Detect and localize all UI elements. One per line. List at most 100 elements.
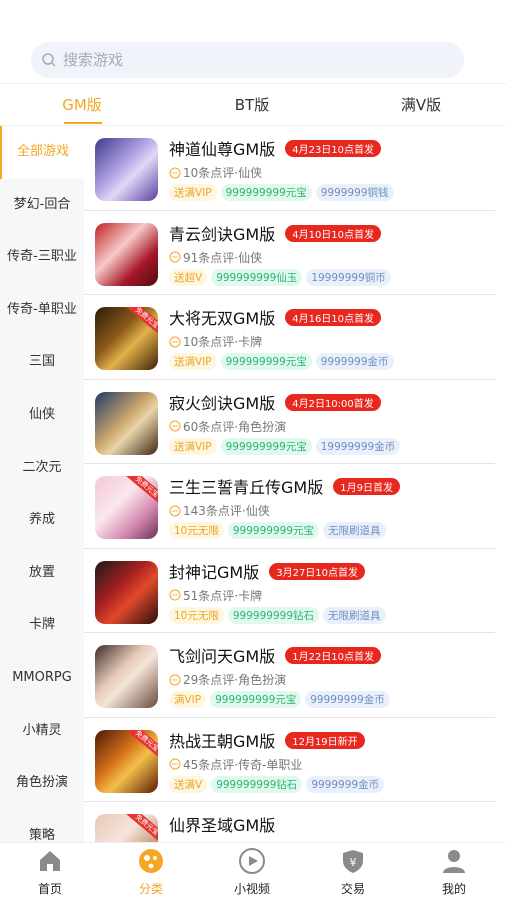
tag-currency: 999999999元宝 [227,522,319,539]
tag-vip: 送满VIP [169,184,217,201]
game-name: 寂火剑诀GM版 [169,393,276,413]
release-badge: 4月16日10点首发 [285,309,382,326]
tag-vip: 送满V [169,775,208,793]
sidebar-item-chuanqi-1[interactable]: 传奇-单职业 [0,284,84,337]
game-name: 神道仙尊GM版 [169,140,276,159]
sidebar-item-chuanqi-3[interactable]: 传奇-三职业 [0,231,84,284]
sidebar-item-yangcheng[interactable]: 养成 [0,494,84,547]
tag-vip: 送满VIP [169,437,217,455]
free-ribbon: 免费元宝 [124,814,158,842]
tag-vip: 满VIP [169,691,207,708]
comment-icon [169,167,181,178]
sidebar-item-fangzhi[interactable]: 放置 [0,547,84,600]
tag-vip: 送满VIP [169,353,217,370]
search-input[interactable] [63,51,443,69]
tag-currency: 999999999钻石 [211,775,303,793]
sidebar: 全部游戏 梦幻-回合 传奇-三职业 传奇-单职业 三国 仙侠 二次元 养成 放置… [0,126,84,842]
search-box[interactable] [31,42,464,78]
game-name: 青云剑诀GM版 [169,224,276,244]
game-list: 神道仙尊GM版 4月23日10点首发 10条点评·仙侠 送满VIP 99999999… [84,126,506,842]
game-name: 封神记GM版 [169,562,260,582]
tab-bt[interactable]: BT版 [192,84,312,126]
bottom-nav: 首页 分类 小视频 ¥ 交易 我的 [0,842,506,900]
sidebar-item-mmorpg[interactable]: MMORPG [0,652,84,705]
review-meta: 51条点评·卡牌 [183,588,263,603]
nav-label: 交易 [340,882,365,896]
game-name: 热战王朝GM版 [169,731,276,751]
game-item[interactable]: 免费元宝 仙界圣域GM版 [84,802,495,842]
game-thumbnail: 免费元宝 [95,476,158,539]
sidebar-item-kapai[interactable]: 卡牌 [0,599,84,652]
comment-icon [169,505,181,516]
tag-vip: 送超V [169,268,208,286]
nav-trade[interactable]: ¥ 交易 [303,843,403,900]
search-bar [0,0,506,84]
tag-vip: 10元无限 [169,522,224,539]
nav-label: 我的 [441,882,466,896]
game-item[interactable]: 免费元宝 热战王朝GM版 12月19日新开 45条点评·传奇-单职业 送满V 999… [84,718,495,802]
nav-video[interactable]: 小视频 [202,843,302,900]
sidebar-item-menghuan[interactable]: 梦幻-回合 [0,179,84,232]
tag-coins: 19999999铜币 [306,268,391,286]
tag-coins: 9999999金币 [306,775,385,793]
release-badge: 1月22日10点首发 [285,647,382,664]
nav-home[interactable]: 首页 [0,843,100,900]
nav-category[interactable]: 分类 [101,843,201,900]
svg-text:¥: ¥ [350,856,357,869]
sidebar-item-xiaojingling[interactable]: 小精灵 [0,705,84,758]
game-item[interactable]: 青云剑诀GM版 4月10日10点首发 91条点评·仙侠 送超V 999999999仙… [84,211,495,295]
category-icon [139,849,163,873]
release-badge: 1月9日首发 [333,478,400,495]
game-thumbnail: 免费元宝 [95,729,158,793]
review-meta: 10条点评·仙侠 [183,166,263,180]
tag-currency: 999999999元宝 [220,353,312,370]
release-badge: 4月2日10:00首发 [285,393,381,411]
game-thumbnail: 免费元宝 [95,307,158,370]
sidebar-item-sanguo[interactable]: 三国 [0,336,84,389]
game-item[interactable]: 免费元宝 大将无双GM版 4月16日10点首发 10条点评·卡牌 送满VIP 999… [84,295,495,380]
game-name: 飞剑问天GM版 [169,647,276,666]
review-meta: 143条点评·仙侠 [183,504,270,518]
comment-icon [169,251,181,263]
tab-manv[interactable]: 满V版 [361,84,481,126]
review-meta: 29条点评·角色扮演 [183,673,287,687]
nav-label: 小视频 [233,882,270,896]
sidebar-item-all[interactable]: 全部游戏 [0,126,84,179]
game-thumbnail [95,391,158,455]
tab-gm[interactable]: GM版 [22,84,142,126]
game-item[interactable]: 飞剑问天GM版 1月22日10点首发 29条点评·角色扮演 满VIP 9999999… [84,633,495,718]
tag-coins: 无限刷道具 [323,522,386,539]
tab-label: BT版 [234,96,270,114]
tag-coins: 9999999金币 [315,353,394,370]
tag-currency: 999999999元宝 [220,184,312,201]
game-item[interactable]: 神道仙尊GM版 4月23日10点首发 10条点评·仙侠 送满VIP 99999999… [84,126,495,211]
sidebar-item-erciyuan[interactable]: 二次元 [0,442,84,495]
category-tabs: GM版 BT版 满V版 [0,84,506,126]
release-badge: 4月10日10点首发 [285,224,382,242]
release-badge: 3月27日10点首发 [269,562,366,580]
search-icon [42,53,56,67]
sidebar-item-xianxia[interactable]: 仙侠 [0,389,84,442]
sidebar-item-rpg[interactable]: 角色扮演 [0,757,84,810]
game-thumbnail [95,645,158,708]
comment-icon [169,589,181,601]
nav-label: 分类 [138,882,163,896]
tab-label: 满V版 [400,96,442,114]
tag-coins: 19999999金币 [315,437,401,455]
game-thumbnail [95,222,158,286]
tab-underline [64,122,102,124]
nav-profile[interactable]: 我的 [404,843,504,900]
game-name: 大将无双GM版 [169,309,276,328]
comment-icon [169,758,181,770]
review-meta: 10条点评·卡牌 [183,335,263,349]
review-meta: 45条点评·传奇-单职业 [183,757,303,772]
game-thumbnail [95,138,158,201]
game-item[interactable]: 免费元宝 三生三誓青丘传GM版 1月9日首发 143条点评·仙侠 10元无限 999… [84,464,495,549]
game-item[interactable]: 封神记GM版 3月27日10点首发 51条点评·卡牌 10元无限 999999999… [84,549,495,633]
release-badge: 4月23日10点首发 [285,140,382,157]
game-thumbnail: 免费元宝 [95,814,158,842]
tag-vip: 10元无限 [169,606,224,624]
sidebar-item-celue[interactable]: 策略 [0,810,84,842]
game-item[interactable]: 寂火剑诀GM版 4月2日10:00首发 60条点评·角色扮演 送满VIP 99999… [84,380,495,464]
game-name: 仙界圣域GM版 [169,816,276,835]
